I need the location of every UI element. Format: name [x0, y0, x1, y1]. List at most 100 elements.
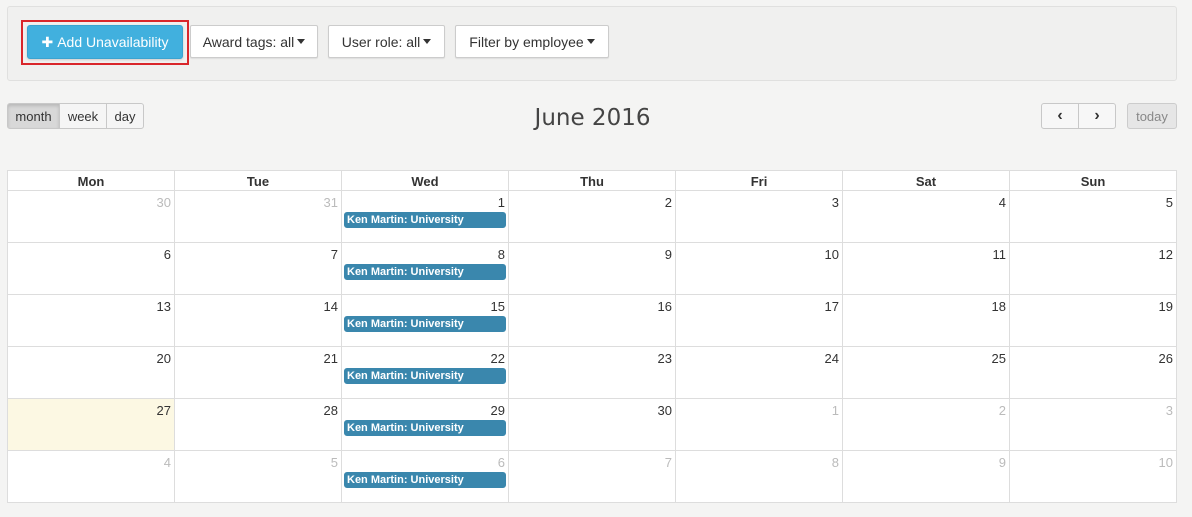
day-number: 7 — [664, 455, 672, 470]
filter-employee-dropdown[interactable]: Filter by employee — [455, 25, 609, 58]
day-cell[interactable]: 29 Ken Martin: University — [341, 398, 509, 451]
add-unavailability-button[interactable]: ✚ Add Unavailability — [27, 25, 183, 59]
week-row: 13 14 15 Ken Martin: University 16 17 18 19 — [7, 294, 1177, 347]
day-number: 15 — [490, 299, 505, 314]
week-row: 27 28 29 Ken Martin: University 30 1 2 3 — [7, 398, 1177, 451]
day-number: 19 — [1158, 299, 1173, 314]
day-number: 14 — [323, 299, 338, 314]
day-cell[interactable]: 6 — [7, 242, 175, 295]
weekday-header: Wed — [341, 170, 509, 191]
award-tags-dropdown[interactable]: Award tags: all — [190, 25, 318, 58]
unavailability-event[interactable]: Ken Martin: University — [344, 316, 506, 332]
day-cell[interactable]: 9 — [842, 450, 1010, 503]
weekday-header: Fri — [675, 170, 843, 191]
day-cell[interactable]: 21 — [174, 346, 342, 399]
unavailability-event[interactable]: Ken Martin: University — [344, 368, 506, 384]
day-cell[interactable]: 11 — [842, 242, 1010, 295]
day-cell[interactable]: 27 — [7, 398, 175, 451]
week-row: 4 5 6 Ken Martin: University 7 8 9 10 — [7, 450, 1177, 503]
day-cell[interactable]: 20 — [7, 346, 175, 399]
day-cell[interactable]: 3 — [675, 190, 843, 243]
day-number: 4 — [163, 455, 171, 470]
day-cell[interactable]: 2 — [508, 190, 676, 243]
day-number: 21 — [323, 351, 338, 366]
day-number: 3 — [1165, 403, 1173, 418]
day-number: 31 — [323, 195, 338, 210]
day-cell[interactable]: 5 — [174, 450, 342, 503]
day-number: 1 — [497, 195, 505, 210]
user-role-dropdown[interactable]: User role: all — [328, 25, 445, 58]
day-number: 5 — [330, 455, 338, 470]
caret-down-icon — [586, 39, 595, 44]
day-cell[interactable]: 10 — [1009, 450, 1177, 503]
day-cell[interactable]: 16 — [508, 294, 676, 347]
week-row: 6 7 8 Ken Martin: University 9 10 11 12 — [7, 242, 1177, 295]
day-cell[interactable]: 18 — [842, 294, 1010, 347]
day-number: 1 — [831, 403, 839, 418]
day-cell[interactable]: 7 — [508, 450, 676, 503]
next-month-button[interactable]: › — [1078, 103, 1116, 129]
day-number: 11 — [992, 247, 1007, 262]
day-cell[interactable]: 22 Ken Martin: University — [341, 346, 509, 399]
calendar-nav: ‹ › — [1041, 103, 1116, 129]
day-cell[interactable]: 3 — [1009, 398, 1177, 451]
day-cell[interactable]: 7 — [174, 242, 342, 295]
day-cell[interactable]: 28 — [174, 398, 342, 451]
weekday-header: Thu — [508, 170, 676, 191]
day-cell[interactable]: 8 — [675, 450, 843, 503]
day-cell[interactable]: 14 — [174, 294, 342, 347]
day-number: 26 — [1158, 351, 1173, 366]
day-cell[interactable]: 6 Ken Martin: University — [341, 450, 509, 503]
weekday-header: Mon — [7, 170, 175, 191]
day-number: 25 — [991, 351, 1006, 366]
day-number: 10 — [824, 247, 839, 262]
week-row: 20 21 22 Ken Martin: University 23 24 25 26 — [7, 346, 1177, 399]
chevron-right-icon: › — [1094, 107, 1100, 124]
week-row: 30 31 1 Ken Martin: University 2 3 4 5 — [7, 190, 1177, 243]
weekday-header-row: Mon Tue Wed Thu Fri Sat Sun — [7, 170, 1177, 191]
unavailability-event[interactable]: Ken Martin: University — [344, 264, 506, 280]
day-cell[interactable]: 13 — [7, 294, 175, 347]
day-number: 2 — [998, 403, 1006, 418]
day-number: 24 — [824, 351, 839, 366]
add-unavailability-label: Add Unavailability — [57, 34, 169, 50]
day-cell[interactable]: 17 — [675, 294, 843, 347]
day-number: 22 — [490, 351, 505, 366]
day-cell[interactable]: 5 — [1009, 190, 1177, 243]
day-cell[interactable]: 24 — [675, 346, 843, 399]
day-cell[interactable]: 2 — [842, 398, 1010, 451]
day-number: 13 — [156, 299, 171, 314]
day-cell[interactable]: 15 Ken Martin: University — [341, 294, 509, 347]
day-number: 20 — [156, 351, 171, 366]
day-cell[interactable]: 19 — [1009, 294, 1177, 347]
weekday-header: Sun — [1009, 170, 1177, 191]
unavailability-event[interactable]: Ken Martin: University — [344, 472, 506, 488]
day-cell[interactable]: 4 — [7, 450, 175, 503]
day-cell[interactable]: 25 — [842, 346, 1010, 399]
day-cell[interactable]: 31 — [174, 190, 342, 243]
day-number: 5 — [1165, 195, 1173, 210]
day-cell[interactable]: 23 — [508, 346, 676, 399]
unavailability-event[interactable]: Ken Martin: University — [344, 212, 506, 228]
day-number: 30 — [657, 403, 672, 418]
caret-down-icon — [297, 39, 306, 44]
day-number: 2 — [664, 195, 672, 210]
day-number: 9 — [664, 247, 672, 262]
day-cell[interactable]: 8 Ken Martin: University — [341, 242, 509, 295]
day-number: 28 — [323, 403, 338, 418]
day-cell[interactable]: 26 — [1009, 346, 1177, 399]
day-cell[interactable]: 12 — [1009, 242, 1177, 295]
day-number: 10 — [1158, 455, 1173, 470]
prev-month-button[interactable]: ‹ — [1041, 103, 1079, 129]
day-cell[interactable]: 30 — [508, 398, 676, 451]
day-cell[interactable]: 4 — [842, 190, 1010, 243]
day-cell[interactable]: 30 — [7, 190, 175, 243]
day-cell[interactable]: 9 — [508, 242, 676, 295]
day-number: 4 — [998, 195, 1006, 210]
day-number: 23 — [657, 351, 672, 366]
day-cell[interactable]: 10 — [675, 242, 843, 295]
day-cell[interactable]: 1 — [675, 398, 843, 451]
award-tags-label: Award tags: all — [202, 33, 295, 50]
day-cell[interactable]: 1 Ken Martin: University — [341, 190, 509, 243]
unavailability-event[interactable]: Ken Martin: University — [344, 420, 506, 436]
